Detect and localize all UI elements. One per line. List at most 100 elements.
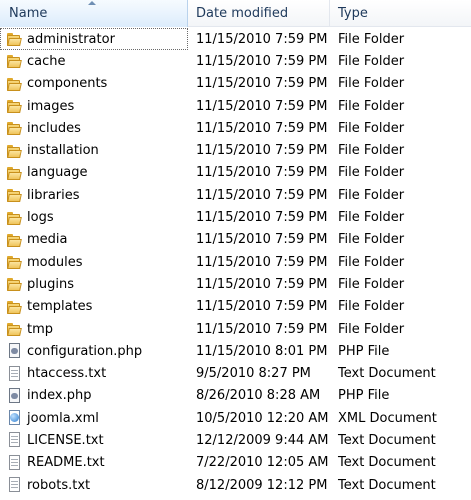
file-date-modified: 11/15/2010 7:59 PM: [196, 76, 328, 92]
file-name-cell[interactable]: README.txt: [0, 452, 188, 474]
file-date-modified: 11/15/2010 7:59 PM: [196, 276, 328, 292]
file-name: cache: [27, 53, 66, 69]
file-date-modified: 11/15/2010 7:59 PM: [196, 210, 328, 226]
file-name-cell[interactable]: configuration.php: [0, 340, 188, 362]
file-type: File Folder: [338, 321, 405, 337]
file-type: File Folder: [338, 210, 405, 226]
file-row[interactable]: robots.txt 8/12/2009 12:12 PM Text Documen…: [0, 474, 471, 496]
file-row[interactable]: media 11/15/2010 7:59 PM File Folder: [0, 229, 471, 251]
file-row[interactable]: LICENSE.txt 12/12/2009 9:44 AM Text Docume…: [0, 429, 471, 451]
file-name-cell[interactable]: htaccess.txt: [0, 362, 188, 384]
file-name: installation: [27, 143, 99, 159]
file-type: File Folder: [338, 98, 405, 114]
xml-file-icon: [6, 410, 22, 426]
file-type: File Folder: [338, 143, 405, 159]
folder-icon: [6, 254, 22, 270]
file-name-cell[interactable]: includes: [0, 117, 188, 139]
file-name: htaccess.txt: [27, 366, 107, 382]
php-file-icon: [6, 387, 22, 404]
file-row[interactable]: templates 11/15/2010 7:59 PM File Folder: [0, 296, 471, 318]
file-row[interactable]: README.txt 7/22/2010 12:05 AM Text Documen…: [0, 452, 471, 474]
file-type: File Folder: [338, 31, 405, 47]
file-name-cell[interactable]: images: [0, 95, 188, 117]
folder-icon: [6, 76, 22, 92]
file-row[interactable]: logs 11/15/2010 7:59 PM File Folder: [0, 206, 471, 228]
file-date-modified: 7/22/2010 12:05 AM: [196, 455, 329, 471]
file-date-modified: 11/15/2010 7:59 PM: [196, 165, 328, 181]
file-row[interactable]: configuration.php 11/15/2010 8:01 PM PHP F…: [0, 340, 471, 362]
file-name: configuration.php: [27, 343, 143, 359]
file-name: libraries: [27, 187, 80, 203]
file-name: README.txt: [27, 455, 105, 471]
file-name-cell[interactable]: libraries: [0, 184, 188, 206]
file-row[interactable]: images 11/15/2010 7:59 PM File Folder: [0, 95, 471, 117]
file-type: File Folder: [338, 53, 405, 69]
file-date-modified: 11/15/2010 7:59 PM: [196, 299, 328, 315]
file-type: XML Document: [338, 410, 437, 426]
file-row[interactable]: components 11/15/2010 7:59 PM File Folder: [0, 73, 471, 95]
file-name-cell[interactable]: plugins: [0, 273, 188, 295]
file-name: plugins: [27, 276, 74, 292]
file-type: File Folder: [338, 276, 405, 292]
file-name-cell[interactable]: installation: [0, 139, 188, 161]
file-name: joomla.xml: [27, 410, 99, 426]
file-name-cell[interactable]: modules: [0, 251, 188, 273]
file-type: File Folder: [338, 76, 405, 92]
file-name: modules: [27, 254, 83, 270]
sort-ascending-icon: [88, 1, 96, 5]
folder-icon: [6, 187, 22, 203]
file-name: language: [27, 165, 88, 181]
file-name-cell[interactable]: cache: [0, 50, 188, 72]
column-header-type[interactable]: Type: [330, 0, 471, 27]
file-name-cell[interactable]: tmp: [0, 318, 188, 340]
file-name-cell[interactable]: logs: [0, 206, 188, 228]
column-header-date-label: Date modified: [196, 6, 289, 21]
file-row[interactable]: joomla.xml 10/5/2010 12:20 AM XML Document: [0, 407, 471, 429]
text-file-icon: [6, 477, 22, 493]
file-row[interactable]: administrator 11/15/2010 7:59 PM File Fold…: [0, 28, 471, 51]
file-date-modified: 8/26/2010 8:28 AM: [196, 388, 321, 404]
folder-icon: [6, 276, 22, 292]
file-name-cell[interactable]: index.php: [0, 385, 188, 407]
file-date-modified: 11/15/2010 7:59 PM: [196, 31, 328, 47]
file-name: index.php: [27, 388, 92, 404]
file-date-modified: 11/15/2010 7:59 PM: [196, 143, 328, 159]
file-name: media: [27, 232, 68, 248]
text-file-icon: [6, 365, 22, 382]
folder-icon: [6, 299, 22, 315]
file-name-cell[interactable]: components: [0, 73, 188, 95]
folder-icon: [6, 232, 22, 248]
file-row[interactable]: plugins 11/15/2010 7:59 PM File Folder: [0, 273, 471, 295]
file-name: components: [27, 76, 108, 92]
file-date-modified: 11/15/2010 7:59 PM: [196, 120, 328, 136]
folder-icon: [6, 143, 22, 159]
file-row[interactable]: language 11/15/2010 7:59 PM File Folder: [0, 162, 471, 184]
file-row[interactable]: htaccess.txt 9/5/2010 8:27 PM Text Documen…: [0, 362, 471, 384]
file-name: images: [27, 98, 75, 114]
file-name-cell[interactable]: templates: [0, 296, 188, 318]
file-name-cell[interactable]: administrator: [0, 28, 188, 51]
file-name-cell[interactable]: media: [0, 229, 188, 251]
file-row[interactable]: cache 11/15/2010 7:59 PM File Folder: [0, 50, 471, 72]
file-row[interactable]: index.php 8/26/2010 8:28 AM PHP File: [0, 385, 471, 407]
file-name-cell[interactable]: robots.txt: [0, 474, 188, 496]
folder-icon: [6, 120, 22, 136]
text-file-icon: [6, 432, 22, 448]
file-name-cell[interactable]: language: [0, 162, 188, 184]
file-name: administrator: [27, 31, 115, 47]
file-row[interactable]: includes 11/15/2010 7:59 PM File Folder: [0, 117, 471, 139]
file-name: tmp: [27, 321, 54, 337]
column-header: Name Date modified Type: [0, 0, 471, 27]
column-header-date-modified[interactable]: Date modified: [188, 0, 330, 27]
file-name-cell[interactable]: LICENSE.txt: [0, 429, 188, 451]
file-name: logs: [27, 210, 54, 226]
file-type: File Folder: [338, 165, 405, 181]
file-row[interactable]: installation 11/15/2010 7:59 PM File Folde…: [0, 139, 471, 161]
column-header-name[interactable]: Name: [0, 0, 188, 27]
column-header-type-label: Type: [338, 6, 368, 21]
file-date-modified: 8/12/2009 12:12 PM: [196, 477, 328, 493]
file-row[interactable]: tmp 11/15/2010 7:59 PM File Folder: [0, 318, 471, 340]
file-name-cell[interactable]: joomla.xml: [0, 407, 188, 429]
file-row[interactable]: libraries 11/15/2010 7:59 PM File Folder: [0, 184, 471, 206]
file-row[interactable]: modules 11/15/2010 7:59 PM File Folder: [0, 251, 471, 273]
